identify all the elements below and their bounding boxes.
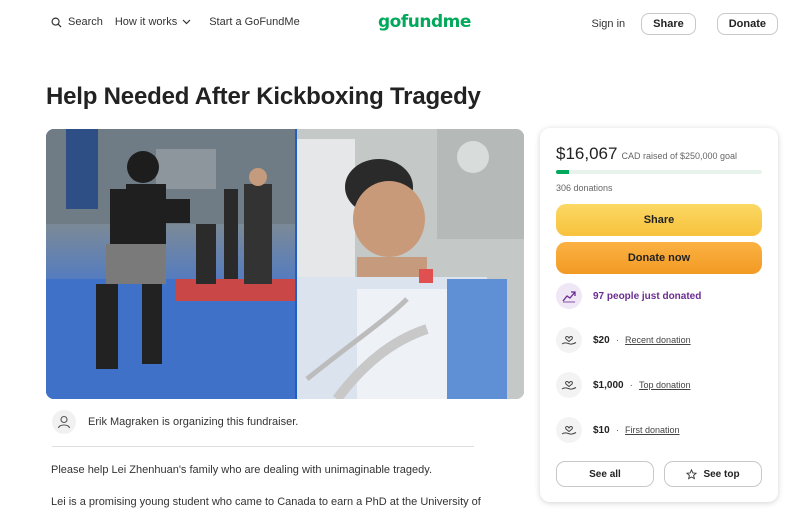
user-icon bbox=[57, 415, 71, 429]
separator-dot: · bbox=[615, 424, 620, 436]
trend-badge bbox=[556, 283, 582, 309]
organizer-text: Erik Magraken is organizing this fundrai… bbox=[88, 416, 299, 428]
how-it-works-dropdown[interactable]: How it works bbox=[115, 16, 191, 28]
see-all-button[interactable]: See all bbox=[556, 461, 654, 487]
donation-amount: $10 bbox=[593, 424, 610, 436]
separator-dot: · bbox=[629, 379, 633, 391]
donation-row: $1,000 · Top donation bbox=[556, 372, 690, 398]
how-it-works-label: How it works bbox=[114, 16, 178, 28]
donation-badge bbox=[556, 417, 582, 443]
donation-badge bbox=[556, 327, 582, 353]
donation-badge bbox=[556, 372, 582, 398]
just-donated-row: 97 people just donated bbox=[556, 283, 701, 309]
donation-amount: $1,000 bbox=[593, 379, 624, 391]
first-donation-link[interactable]: First donation bbox=[625, 425, 680, 435]
header-share-button[interactable]: Share bbox=[641, 13, 696, 35]
raised-goal-text: CAD raised of $250,000 goal bbox=[621, 151, 738, 161]
raised-amount: $16,067 bbox=[556, 144, 618, 163]
search-icon bbox=[51, 17, 62, 28]
donation-row: $10 · First donation bbox=[556, 417, 680, 443]
photo-hospital bbox=[297, 129, 524, 399]
share-button[interactable]: Share bbox=[556, 204, 762, 236]
recent-donation-link[interactable]: Recent donation bbox=[625, 335, 691, 345]
donation-count: 306 donations bbox=[556, 183, 613, 193]
see-top-label: See top bbox=[703, 468, 740, 480]
progress-bar bbox=[556, 170, 762, 174]
separator-dot: · bbox=[615, 334, 620, 346]
donation-row: $20 · Recent donation bbox=[556, 327, 691, 353]
kickboxer-photo-art bbox=[46, 129, 295, 399]
hand-heart-icon bbox=[561, 336, 577, 345]
donation-amount: $20 bbox=[593, 334, 610, 346]
campaign-title: Help Needed After Kickboxing Tragedy bbox=[46, 83, 481, 110]
header-donate-button[interactable]: Donate bbox=[716, 13, 778, 35]
hand-heart-icon bbox=[561, 426, 577, 435]
search-link[interactable]: Search bbox=[51, 16, 103, 28]
top-donation-link[interactable]: Top donation bbox=[639, 380, 691, 390]
organizer-avatar bbox=[52, 410, 76, 434]
divider bbox=[52, 446, 474, 447]
just-donated-text: 97 people just donated bbox=[593, 290, 702, 302]
hospital-photo-art bbox=[297, 129, 524, 399]
hand-heart-icon bbox=[561, 381, 577, 390]
campaign-hero-image[interactable] bbox=[46, 129, 524, 399]
search-label: Search bbox=[68, 16, 103, 28]
gofundme-logo[interactable]: gofundme bbox=[378, 12, 471, 32]
story-paragraph-2: Lei is a promising young student who cam… bbox=[51, 496, 481, 508]
star-icon bbox=[686, 468, 698, 480]
top-nav: Search How it works Start a GoFundMe gof… bbox=[0, 0, 800, 46]
chevron-down-icon bbox=[182, 19, 191, 25]
see-top-button[interactable]: See top bbox=[664, 461, 762, 487]
nav-left: Search How it works Start a GoFundMe bbox=[51, 16, 300, 28]
story-paragraph-1: Please help Lei Zhenhuan's family who ar… bbox=[51, 464, 433, 476]
organizer-row: Erik Magraken is organizing this fundrai… bbox=[52, 410, 298, 434]
start-gofundme-link[interactable]: Start a GoFundMe bbox=[209, 16, 300, 28]
trending-up-icon bbox=[562, 291, 576, 303]
sign-in-link[interactable]: Sign in bbox=[592, 18, 626, 30]
progress-bar-fill bbox=[556, 170, 570, 174]
donate-now-button[interactable]: Donate now bbox=[556, 242, 762, 274]
raised-summary: $16,067 CAD raised of $250,000 goal bbox=[556, 144, 737, 164]
donation-card: $16,067 CAD raised of $250,000 goal 306 … bbox=[540, 128, 778, 502]
nav-right: Sign in Share Donate bbox=[592, 13, 778, 35]
photo-kickboxing bbox=[46, 129, 295, 399]
